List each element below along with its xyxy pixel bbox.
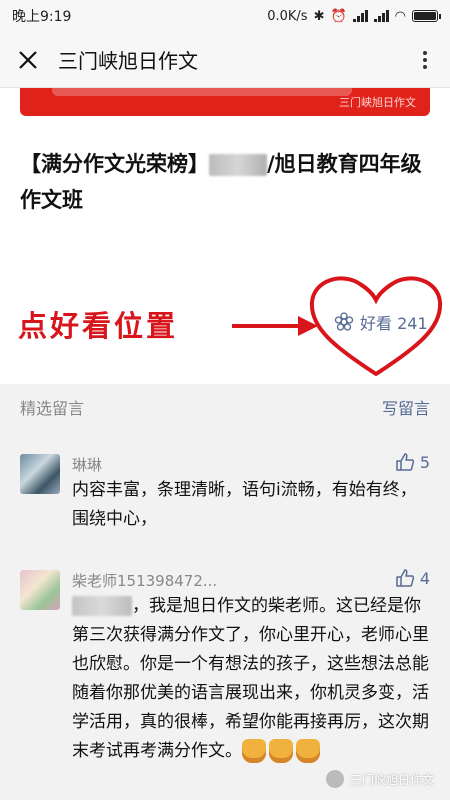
- comment-item: 琳琳 5 内容丰富，条理清晰，语句i流畅，有始有终，围绕中心，: [20, 452, 430, 554]
- blurred-name: [72, 596, 132, 616]
- write-comment-link[interactable]: 写留言: [382, 395, 430, 419]
- article-banner: 三门峡旭日作文: [20, 88, 430, 116]
- bluetooth-icon: ✱: [313, 8, 325, 24]
- watermark: 三门峡旭日作文: [325, 770, 434, 788]
- thumbs-up-icon: [396, 569, 414, 587]
- more-dot-icon: [423, 50, 427, 55]
- avatar: [20, 454, 60, 494]
- annotation-text: 点好看位置: [18, 309, 179, 343]
- nav-title: 三门峡旭日作文: [58, 49, 198, 73]
- article-title-prefix: 【满分作文光荣榜】: [20, 152, 209, 176]
- nav-bar: 三门峡旭日作文: [0, 32, 450, 88]
- alarm-icon: ⏰: [330, 8, 347, 24]
- banner-watermark: 三门峡旭日作文: [339, 96, 416, 109]
- comment-text-block: ，我是旭日作文的柴老师。这已经是你第三次获得满分作文了，你心里开心，老师心里也欣…: [72, 592, 430, 766]
- battery-icon: [412, 10, 441, 22]
- signal-icon-2: [373, 10, 389, 22]
- avatar: [20, 570, 60, 610]
- like-label: 好看 241: [360, 314, 428, 333]
- comment-author: 柴老师151398472...: [72, 572, 218, 590]
- watermark-text: 三门峡旭日作文: [349, 772, 434, 787]
- blurred-name: [209, 154, 267, 176]
- status-bar: 晚上9:19 0.0K/s ✱ ⏰ ◠: [0, 0, 450, 32]
- fist-emoji-icon: [296, 739, 320, 763]
- close-icon: [19, 50, 37, 69]
- fist-emoji-group: [242, 739, 320, 763]
- signal-icon: [352, 10, 368, 22]
- more-button[interactable]: [410, 42, 440, 78]
- more-dot-icon: [423, 57, 427, 62]
- banner-highlight: [52, 88, 352, 96]
- flower-icon: [334, 312, 354, 331]
- comments-section: 精选留言 写留言 琳琳 5 内容丰富，条理清晰，语句i流畅，有始有终，围绕中心，…: [0, 384, 450, 800]
- comments-header: 精选留言 写留言: [0, 384, 450, 430]
- wifi-icon: ◠: [394, 8, 406, 24]
- status-icons: 0.0K/s ✱ ⏰ ◠: [267, 8, 441, 24]
- selected-comments-label: 精选留言: [20, 399, 85, 418]
- comment-text: 内容丰富，条理清晰，语句i流畅，有始有终，围绕中心，: [72, 480, 417, 529]
- network-speed: 0.0K/s: [267, 8, 308, 24]
- fist-emoji-icon: [242, 739, 266, 763]
- like-button[interactable]: 好看 241: [334, 310, 428, 334]
- comment-author: 琳琳: [72, 456, 103, 474]
- more-dot-icon: [423, 64, 427, 69]
- comment-like-count: 5: [419, 452, 430, 472]
- comment-text: ，我是旭日作文的柴老师。这已经是你第三次获得满分作文了，你心里开心，老师心里也欣…: [72, 596, 429, 761]
- comment-like-count: 4: [419, 568, 430, 588]
- wechat-logo-icon: [325, 770, 344, 788]
- article-title: 【满分作文光荣榜】/旭日教育四年级作文班: [20, 146, 440, 218]
- thumbs-up-icon: [396, 453, 414, 471]
- comment-like-button[interactable]: 4: [395, 568, 430, 588]
- status-time: 晚上9:19: [12, 9, 72, 25]
- close-button[interactable]: [10, 42, 46, 78]
- comment-item: 柴老师151398472... 4 ，我是旭日作文的柴老师。这已经是你第三次获得…: [20, 568, 430, 790]
- fist-emoji-icon: [269, 739, 293, 763]
- comment-like-button[interactable]: 5: [395, 452, 430, 472]
